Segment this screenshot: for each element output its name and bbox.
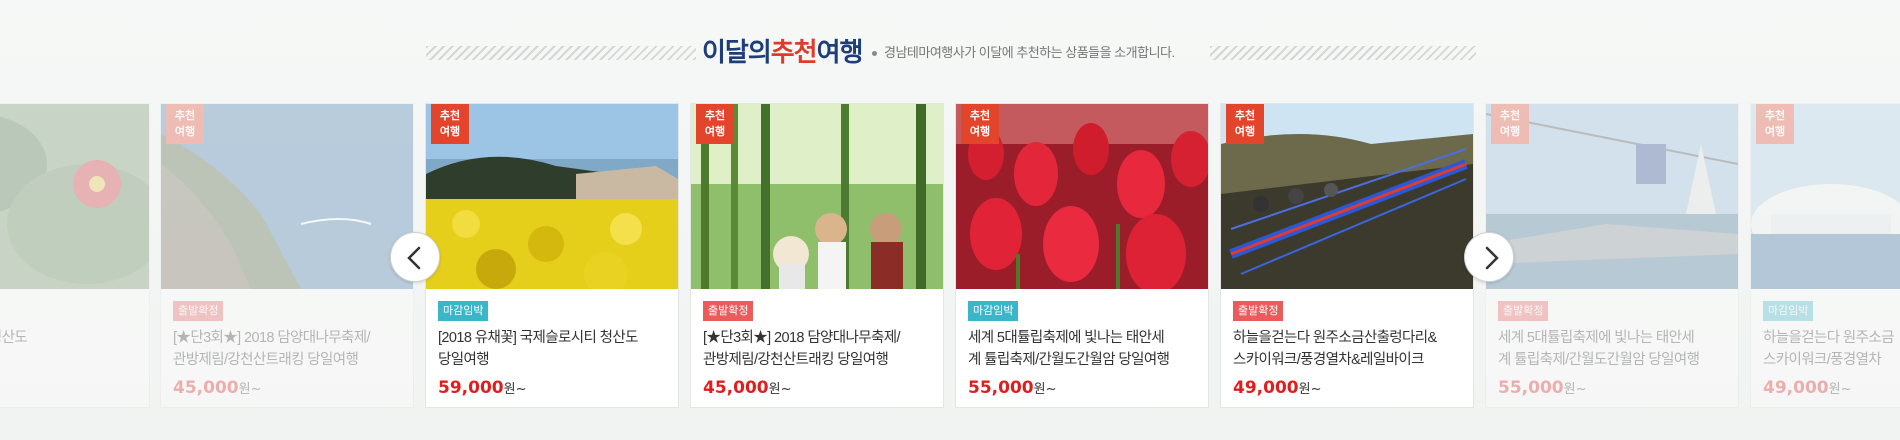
badge-line1: 추천: [439, 109, 461, 122]
tour-card[interactable]: 추천 여행 출발확정 세계 5대튤립축제에 빛나는 태안세 계 튤립축제/간월도…: [1485, 103, 1739, 408]
badge-line2: 여행: [1234, 125, 1256, 138]
tour-name[interactable]: 세계 5대튤립축제에 빛나는 태안세 계 튤립축제/간월도간월암 당일여행: [1498, 327, 1730, 371]
badge-line2: 여행: [1499, 125, 1521, 138]
tour-price: 55,000원~: [1498, 376, 1586, 400]
price-unit: 원~: [1563, 382, 1587, 397]
tour-price: 55,000원~: [968, 376, 1056, 400]
recommended-badge: 추천 여행: [696, 104, 734, 144]
bullet-dot: [872, 51, 877, 56]
badge-line1: 추천: [174, 109, 196, 122]
price-value: 55,000: [1498, 378, 1564, 398]
tour-card[interactable]: 추천 여행 출발확정 하늘을걷는다 원주소금산출렁다리& 스카이워크/풍경열차&…: [1220, 103, 1474, 408]
tour-name: 국제슬로시티 청산도: [0, 327, 141, 371]
badge-line1: 추천: [969, 109, 991, 122]
badge-line2: 여행: [439, 125, 461, 138]
hatch-decoration-right: [1210, 46, 1476, 60]
section-subtitle: 경남테마여행사가 이달에 추천하는 상품들을 소개합니다.: [884, 45, 1175, 60]
status-badge: 출발확정: [1498, 301, 1549, 321]
title-part-1: 이달의: [702, 38, 772, 68]
section-title: 이달의추천여행: [702, 36, 864, 70]
recommended-badge: 추천 여행: [166, 104, 204, 144]
price-value: 49,000: [1233, 378, 1299, 398]
tour-name[interactable]: [★단3회★] 2018 담양대나무축제/ 관방제림/강천산트래킹 당일여행: [173, 327, 405, 371]
tour-name-line2: 스카이워크/풍경열차: [1763, 352, 1882, 368]
recommended-badge: 추천 여행: [431, 104, 469, 144]
badge-line2: 여행: [174, 125, 196, 138]
tour-name[interactable]: 하늘을걷는다 원주소금산출렁다리& 스카이워크/풍경열차&레일바이크: [1233, 327, 1465, 371]
recommended-tour-carousel: 국제슬로시티 청산도 추천 여행 출발확정 [★단3회★] 2018 담양대나무…: [0, 100, 1900, 410]
tour-name-line2: 계 튤립축제/간월도간월암 당일여행: [1498, 352, 1700, 368]
hatch-decoration-left: [426, 46, 696, 60]
tour-price: 49,000원~: [1763, 376, 1851, 400]
carousel-next-button[interactable]: [1464, 232, 1514, 282]
recommended-badge: 추천 여행: [1491, 104, 1529, 144]
tour-card[interactable]: 추천 여행 출발확정 [★단3회★] 2018 담양대나무축제/ 관방제림/강천…: [690, 103, 944, 408]
title-part-3: 여행: [816, 38, 864, 68]
price-value: 45,000: [173, 378, 239, 398]
price-unit: 원~: [1828, 382, 1852, 397]
tour-card[interactable]: 추천 여행 마감임박 [2018 유채꽃] 국제슬로시티 청산도 당일여행 59…: [425, 103, 679, 408]
recommended-badge: 추천 여행: [961, 104, 999, 144]
tour-card[interactable]: 추천 여행 출발확정 [★단3회★] 2018 담양대나무축제/ 관방제림/강천…: [160, 103, 414, 408]
tour-name-line2: 계 튤립축제/간월도간월암 당일여행: [968, 352, 1170, 368]
tour-price: 45,000원~: [173, 376, 261, 400]
tour-name-line1: [2018 유채꽃] 국제슬로시티 청산도: [438, 330, 638, 346]
tour-name-line1: 국제슬로시티 청산도: [0, 330, 28, 346]
status-badge: 마감임박: [968, 301, 1019, 321]
price-value: 55,000: [968, 378, 1034, 398]
tour-price: 59,000원~: [438, 376, 526, 400]
status-badge: 출발확정: [173, 301, 224, 321]
status-badge: 마감임박: [1763, 301, 1814, 321]
status-badge: 출발확정: [1233, 301, 1284, 321]
tour-card[interactable]: 국제슬로시티 청산도: [0, 103, 150, 408]
tour-name-line1: [★단3회★] 2018 담양대나무축제/: [703, 330, 901, 346]
badge-line1: 추천: [1234, 109, 1256, 122]
tour-name-line1: 하늘을걷는다 원주소금: [1763, 330, 1894, 346]
price-value: 59,000: [438, 378, 504, 398]
tour-thumbnail: [0, 104, 149, 289]
tour-name[interactable]: 세계 5대튤립축제에 빛나는 태안세 계 튤립축제/간월도간월암 당일여행: [968, 327, 1200, 371]
tour-name-line1: [★단3회★] 2018 담양대나무축제/: [173, 330, 371, 346]
section-header: 이달의추천여행 경남테마여행사가 이달에 추천하는 상품들을 소개합니다.: [0, 36, 1900, 70]
price-unit: 원~: [1033, 382, 1057, 397]
price-unit: 원~: [238, 382, 262, 397]
badge-line2: 여행: [1764, 125, 1786, 138]
tour-price: 45,000원~: [703, 376, 791, 400]
tour-name[interactable]: 하늘을걷는다 원주소금 스카이워크/풍경열차: [1763, 327, 1900, 371]
badge-line1: 추천: [1764, 109, 1786, 122]
tour-card[interactable]: 추천 여행 마감임박 하늘을걷는다 원주소금 스카이워크/풍경열차 49,000…: [1750, 103, 1900, 408]
tour-name-line1: 세계 5대튤립축제에 빛나는 태안세: [1498, 330, 1695, 346]
price-unit: 원~: [768, 382, 792, 397]
status-badge: 마감임박: [438, 301, 489, 321]
tour-price: 49,000원~: [1233, 376, 1321, 400]
tour-name-line2: 관방제림/강천산트래킹 당일여행: [703, 352, 889, 368]
carousel-prev-button[interactable]: [390, 232, 440, 282]
tour-name-line2: 스카이워크/풍경열차&레일바이크: [1233, 352, 1424, 368]
chevron-right-icon: [1485, 246, 1499, 270]
badge-line1: 추천: [704, 109, 726, 122]
chevron-left-icon: [407, 246, 421, 270]
tour-name-line1: 세계 5대튤립축제에 빛나는 태안세: [968, 330, 1165, 346]
price-unit: 원~: [503, 382, 527, 397]
title-part-2: 추천: [770, 38, 818, 68]
badge-line1: 추천: [1499, 109, 1521, 122]
price-unit: 원~: [1298, 382, 1322, 397]
badge-line2: 여행: [704, 125, 726, 138]
recommended-badge: 추천 여행: [1226, 104, 1264, 144]
tour-name[interactable]: [2018 유채꽃] 국제슬로시티 청산도 당일여행: [438, 327, 670, 371]
price-value: 49,000: [1763, 378, 1829, 398]
tour-name-line1: 하늘을걷는다 원주소금산출렁다리&: [1233, 330, 1437, 346]
tour-name-line2: 관방제림/강천산트래킹 당일여행: [173, 352, 359, 368]
tour-name-line2: 당일여행: [438, 352, 490, 368]
status-badge: 출발확정: [703, 301, 754, 321]
tour-card[interactable]: 추천 여행 마감임박 세계 5대튤립축제에 빛나는 태안세 계 튤립축제/간월도…: [955, 103, 1209, 408]
recommended-badge: 추천 여행: [1756, 104, 1794, 144]
tour-name[interactable]: [★단3회★] 2018 담양대나무축제/ 관방제림/강천산트래킹 당일여행: [703, 327, 935, 371]
price-value: 45,000: [703, 378, 769, 398]
badge-line2: 여행: [969, 125, 991, 138]
